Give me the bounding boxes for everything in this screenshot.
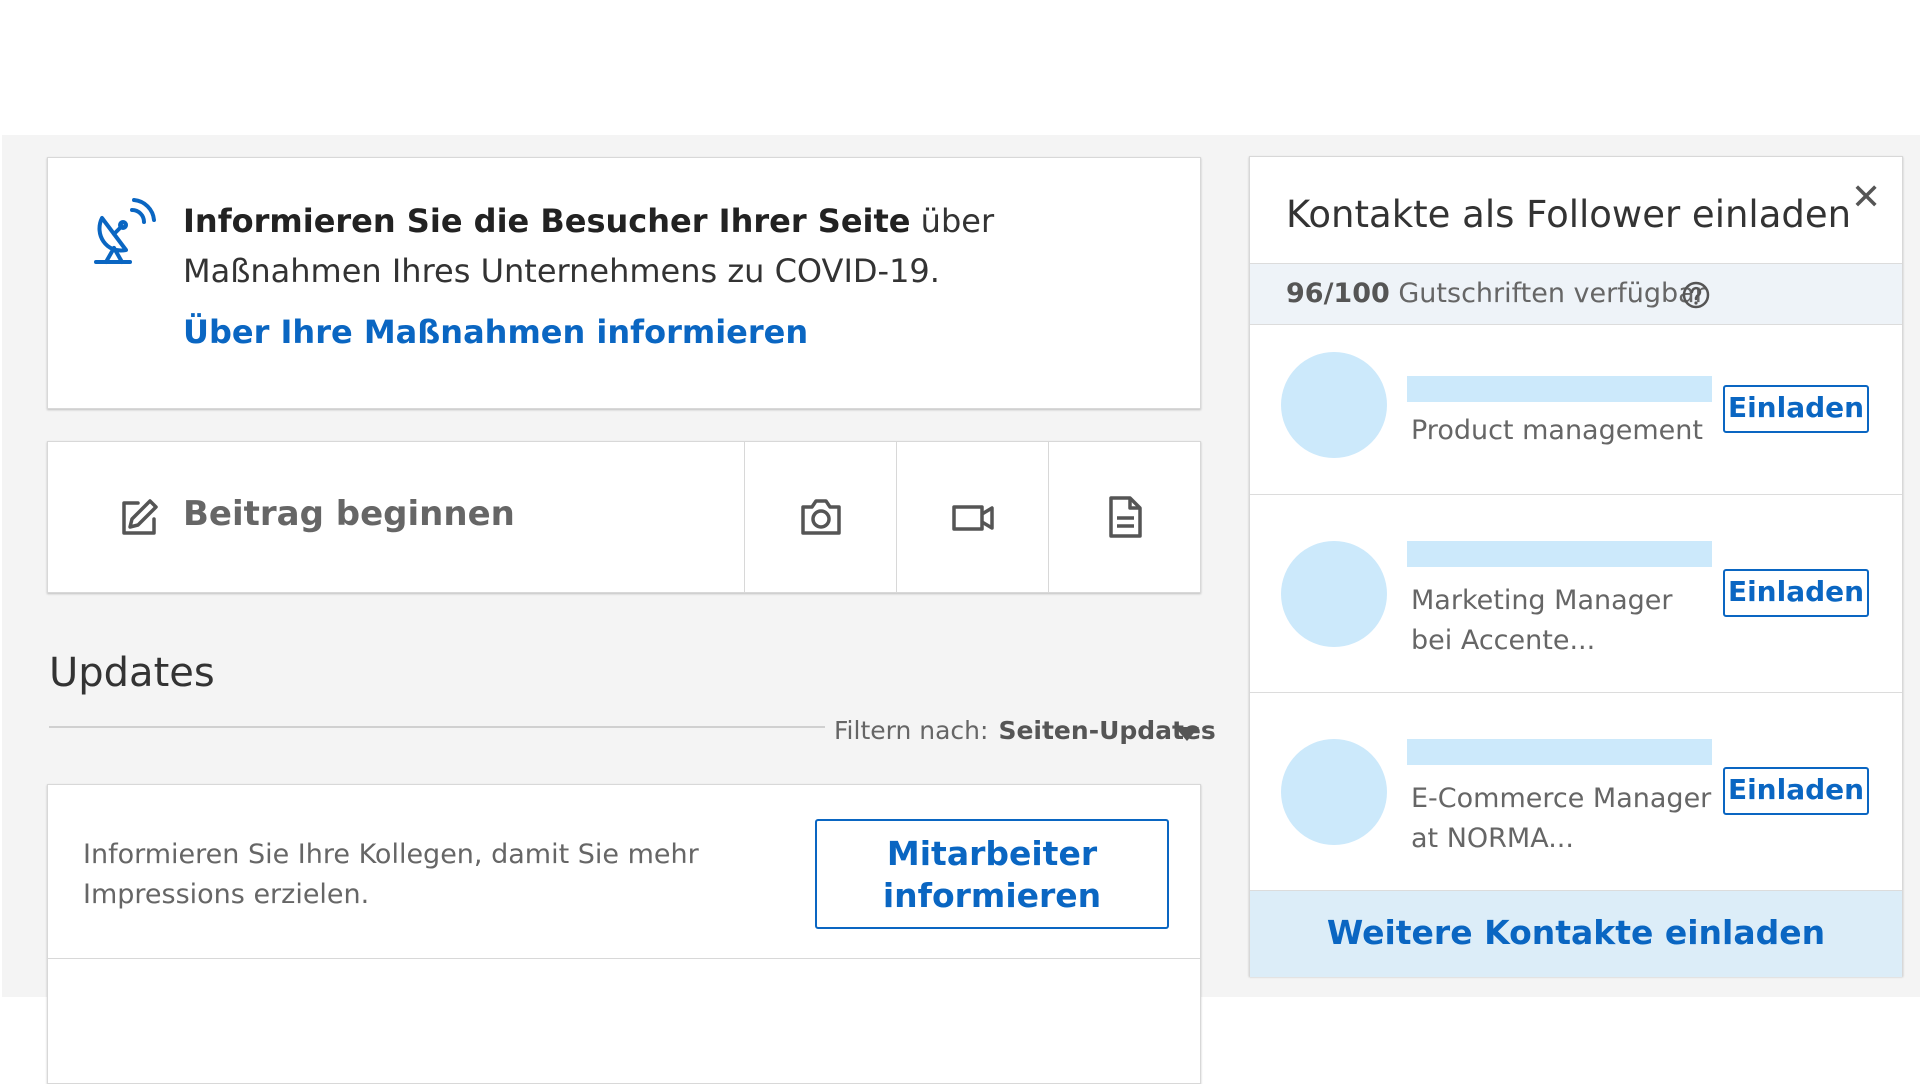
avatar: [1281, 739, 1387, 845]
invite-more-contacts-label: Weitere Kontakte einladen: [1326, 913, 1826, 952]
chevron-down-icon[interactable]: [1175, 727, 1199, 741]
avatar: [1281, 352, 1387, 458]
covid-message: Informieren Sie die Besucher Ihrer Seite…: [183, 196, 1163, 296]
invite-button[interactable]: Einladen: [1723, 385, 1869, 433]
page: Informieren Sie die Besucher Ihrer Seite…: [0, 0, 1920, 1084]
filter-label: Filtern nach:: [834, 716, 989, 745]
help-icon[interactable]: [1681, 280, 1711, 310]
credits-text: 96/100 Gutschriften verfügbar: [1286, 278, 1706, 309]
credits-bar: 96/100 Gutschriften verfügbar: [1250, 263, 1902, 325]
inform-employees-label-line1: Mitarbeiter: [886, 834, 1098, 873]
invite-followers-panel: Kontakte als Follower einladen ✕ 96/100 …: [1249, 156, 1903, 977]
covid-info-card: Informieren Sie die Besucher Ihrer Seite…: [47, 157, 1201, 409]
inform-colleagues-text: Informieren Sie Ihre Kollegen, damit Sie…: [83, 839, 699, 910]
avatar: [1281, 541, 1387, 647]
satellite-dish-icon: [94, 198, 156, 264]
start-post-label: Beitrag beginnen: [183, 494, 515, 534]
covid-measures-link[interactable]: Über Ihre Maßnahmen informieren: [183, 313, 808, 351]
post-composer: Beitrag beginnen: [47, 441, 1201, 593]
inform-employees-label-line2: informieren: [882, 876, 1102, 915]
updates-filter: Filtern nach: Seiten-Updates: [834, 716, 1216, 745]
contact-row: E-Commerce Manager at NORMA... Einladen: [1250, 693, 1902, 891]
updates-divider: [49, 726, 825, 728]
invite-button[interactable]: Einladen: [1723, 767, 1869, 815]
add-document-button[interactable]: [1048, 442, 1201, 592]
camera-icon: [801, 499, 841, 535]
inform-employees-button[interactable]: Mitarbeiter informieren: [815, 819, 1169, 929]
video-icon: [952, 505, 994, 531]
contact-name-redacted: [1407, 541, 1712, 567]
credits-count: 96/100: [1286, 278, 1390, 309]
document-icon: [1109, 496, 1142, 538]
invite-button[interactable]: Einladen: [1723, 569, 1869, 617]
contact-name-redacted: [1407, 739, 1712, 765]
contact-headline: E-Commerce Manager at NORMA...: [1411, 783, 1712, 854]
start-post-button[interactable]: Beitrag beginnen: [48, 442, 744, 592]
contact-headline: Marketing Manager bei Accente...: [1411, 585, 1673, 656]
panel-title: Kontakte als Follower einladen: [1286, 193, 1852, 236]
close-icon[interactable]: ✕: [1851, 177, 1881, 218]
add-video-button[interactable]: [896, 442, 1049, 592]
contact-row: Marketing Manager bei Accente... Einlade…: [1250, 495, 1902, 693]
card-divider: [48, 958, 1200, 959]
contact-headline: Product management: [1411, 415, 1703, 446]
inform-colleagues-card: Informieren Sie Ihre Kollegen, damit Sie…: [47, 784, 1201, 1084]
credits-label: Gutschriften verfügbar: [1389, 278, 1706, 309]
covid-message-bold: Informieren Sie die Besucher Ihrer Seite: [183, 202, 911, 240]
invite-more-contacts-button[interactable]: Weitere Kontakte einladen: [1250, 891, 1902, 977]
updates-heading: Updates: [49, 650, 215, 696]
add-photo-button[interactable]: [744, 442, 897, 592]
contact-row: Product management Einladen: [1250, 325, 1902, 495]
edit-icon: [122, 499, 158, 535]
contact-name-redacted: [1407, 376, 1712, 402]
